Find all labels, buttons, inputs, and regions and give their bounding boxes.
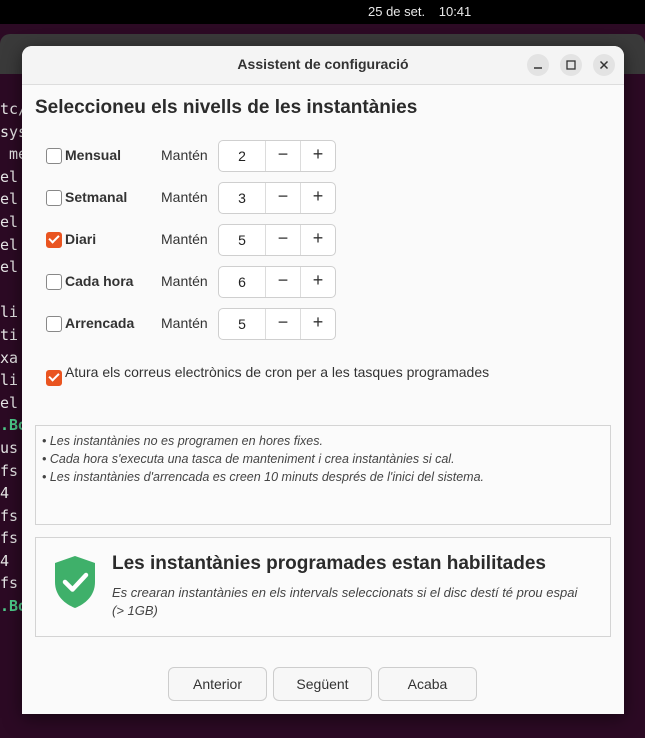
increment-button[interactable]: +	[301, 312, 335, 333]
note-line: • Les instantànies d'arrencada es creen …	[42, 470, 485, 484]
keep-count-spinner: 3− +	[218, 182, 336, 214]
setup-wizard-dialog: Assistent de configuració Seleccioneu el…	[22, 46, 624, 714]
level-label: Cada hora	[65, 273, 134, 289]
level-row-mensual: Mensual Mantén 2− +	[46, 140, 346, 172]
status-box: Les instantànies programades estan habil…	[35, 537, 611, 637]
note-line: • Les instantànies no es programen en ho…	[42, 434, 323, 448]
previous-button[interactable]: Anterior	[168, 667, 267, 701]
keep-count-spinner: 2− +	[218, 140, 336, 172]
increment-button[interactable]: +	[301, 186, 335, 207]
keep-count-input[interactable]: 5	[219, 316, 265, 332]
keep-label: Mantén	[161, 189, 208, 205]
level-label: Diari	[65, 231, 97, 247]
level-checkbox[interactable]	[46, 316, 62, 332]
page-heading: Seleccioneu els nivells de les instantàn…	[35, 97, 418, 118]
cron-label: Atura els correus electrònics de cron pe…	[65, 364, 490, 380]
keep-count-spinner: 5− +	[218, 224, 336, 256]
cron-checkbox[interactable]	[46, 370, 62, 386]
keep-label: Mantén	[161, 147, 208, 163]
level-label: Setmanal	[65, 189, 128, 205]
maximize-icon	[566, 60, 576, 70]
keep-count-spinner: 6− +	[218, 266, 336, 298]
keep-count-input[interactable]: 3	[219, 190, 265, 206]
decrement-button[interactable]: −	[266, 270, 300, 291]
notes-box: • Les instantànies no es programen en ho…	[35, 425, 611, 525]
level-checkbox[interactable]	[46, 232, 62, 248]
level-label: Arrencada	[65, 315, 135, 331]
level-row-setmanal: Setmanal Mantén 3− +	[46, 182, 346, 214]
top-bar: 25 de set. 10:41	[0, 0, 645, 24]
close-button[interactable]	[593, 54, 615, 76]
cron-option[interactable]: Atura els correus electrònics de cron pe…	[46, 362, 606, 386]
clock[interactable]: 25 de set. 10:41	[368, 4, 471, 19]
title-bar: Assistent de configuració	[22, 46, 624, 85]
increment-button[interactable]: +	[301, 270, 335, 291]
date-label: 25 de set.	[368, 4, 426, 19]
keep-label: Mantén	[161, 231, 208, 247]
shield-check-icon	[55, 556, 95, 608]
note-line: • Cada hora s'executa una tasca de mante…	[42, 452, 455, 466]
level-row-diari: Diari Mantén 5− +	[46, 224, 346, 256]
close-icon	[599, 60, 609, 70]
level-checkbox[interactable]	[46, 274, 62, 290]
keep-label: Mantén	[161, 315, 208, 331]
maximize-button[interactable]	[560, 54, 582, 76]
keep-count-input[interactable]: 2	[219, 148, 265, 164]
decrement-button[interactable]: −	[266, 186, 300, 207]
finish-button[interactable]: Acaba	[378, 667, 477, 701]
level-label: Mensual	[65, 147, 122, 163]
minimize-icon	[534, 67, 542, 69]
status-title: Les instantànies programades estan habil…	[112, 553, 546, 574]
decrement-button[interactable]: −	[266, 228, 300, 249]
decrement-button[interactable]: −	[266, 144, 300, 165]
level-row-cada-hora: Cada hora Mantén 6− +	[46, 266, 346, 298]
increment-button[interactable]: +	[301, 144, 335, 165]
level-row-arrencada: Arrencada Mantén 5− +	[46, 308, 346, 340]
level-checkbox[interactable]	[46, 190, 62, 206]
increment-button[interactable]: +	[301, 228, 335, 249]
level-checkbox[interactable]	[46, 148, 62, 164]
keep-count-input[interactable]: 6	[219, 274, 265, 290]
keep-count-spinner: 5− +	[218, 308, 336, 340]
minimize-button[interactable]	[527, 54, 549, 76]
decrement-button[interactable]: −	[266, 312, 300, 333]
next-button[interactable]: Següent	[273, 667, 372, 701]
keep-count-input[interactable]: 5	[219, 232, 265, 248]
status-description: Es crearan instantànies en els intervals…	[112, 585, 578, 618]
time-label: 10:41	[438, 4, 472, 19]
keep-label: Mantén	[161, 273, 208, 289]
